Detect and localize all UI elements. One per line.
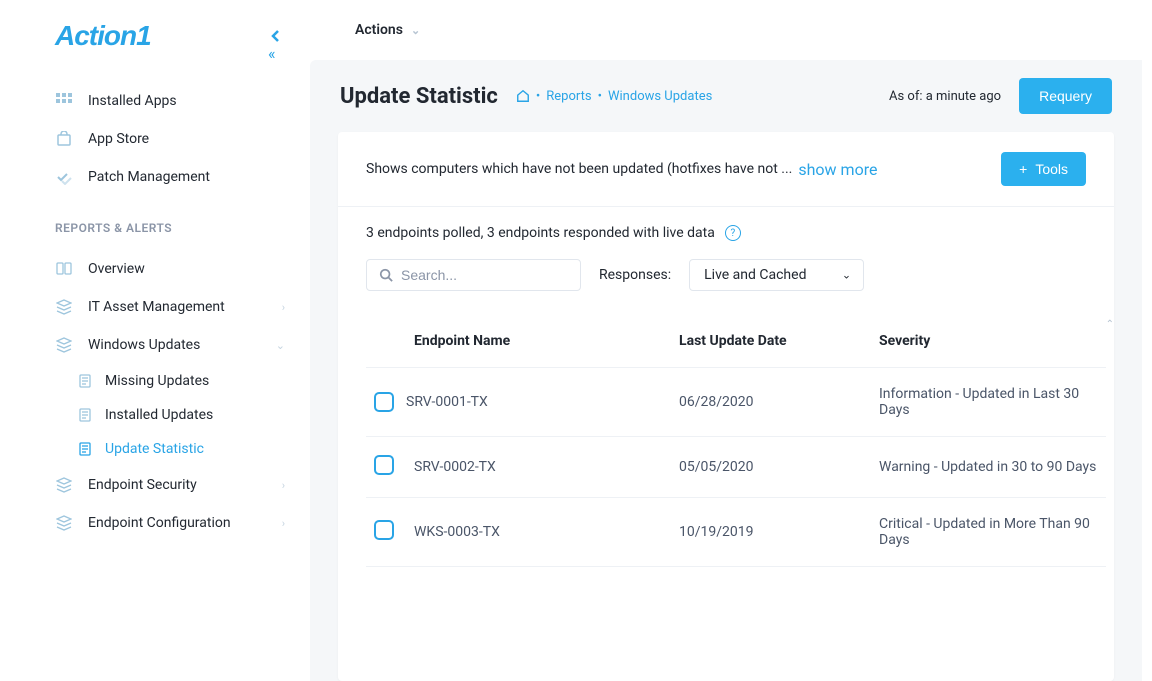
search-input[interactable] <box>366 259 581 291</box>
content-panel: Update Statistic • Reports • Windows Upd… <box>310 60 1142 681</box>
card: Shows computers which have not been upda… <box>338 132 1114 681</box>
bag-icon <box>55 130 73 148</box>
table-row[interactable]: SRV-0002-TX 05/05/2020 Warning - Updated… <box>366 437 1106 498</box>
search-icon <box>379 268 393 282</box>
sidebar-item-patch-management[interactable]: Patch Management <box>55 158 310 196</box>
plus-icon: + <box>1019 161 1027 177</box>
table-row[interactable]: SRV-0001-TX 06/28/2020 Information - Upd… <box>366 368 1106 437</box>
cell-date: 05/05/2020 <box>671 437 871 498</box>
stack-icon <box>55 336 73 354</box>
actions-label: Actions <box>355 22 403 38</box>
cell-date: 06/28/2020 <box>671 368 871 437</box>
home-icon <box>516 89 530 103</box>
collapse-sidebar-button[interactable]: « <box>268 28 284 63</box>
breadcrumb-reports[interactable]: Reports <box>546 89 591 104</box>
sidebar-item-label: Windows Updates <box>88 337 200 353</box>
chevron-down-icon: ⌄ <box>842 269 851 282</box>
cell-name: WKS-0003-TX <box>406 498 671 567</box>
chevron-right-icon: › <box>282 479 285 492</box>
sidebar: Action1 Installed Apps App Store Patch M… <box>0 0 310 681</box>
document-icon <box>77 441 93 457</box>
status-text: 3 endpoints polled, 3 endpoints responde… <box>366 225 715 241</box>
cell-severity: Information - Updated in Last 30 Days <box>871 368 1106 437</box>
sidebar-item-windows-updates[interactable]: Windows Updates ⌄ <box>55 326 310 364</box>
chevron-right-icon: › <box>282 517 285 530</box>
endpoints-table: Endpoint Name Last Update Date Severity … <box>366 319 1106 567</box>
check-icon <box>55 168 73 186</box>
row-checkbox[interactable] <box>374 455 394 475</box>
breadcrumb[interactable]: • Reports • Windows Updates <box>516 89 712 104</box>
help-icon[interactable]: ? <box>725 225 741 241</box>
page-header: Update Statistic • Reports • Windows Upd… <box>310 60 1142 132</box>
search-field[interactable] <box>401 267 568 283</box>
sidebar-sub-label: Installed Updates <box>105 407 213 423</box>
status-row: 3 endpoints polled, 3 endpoints responde… <box>338 207 1114 241</box>
row-checkbox[interactable] <box>374 392 394 412</box>
table-wrap: ⌃ Endpoint Name Last Update Date Severit… <box>338 319 1114 567</box>
sidebar-sub-label: Update Statistic <box>105 441 204 457</box>
sidebar-item-app-store[interactable]: App Store <box>55 120 310 158</box>
chevron-down-icon: ⌄ <box>411 24 420 37</box>
sidebar-item-label: Overview <box>88 261 145 277</box>
scroll-up-icon[interactable]: ⌃ <box>1106 319 1114 330</box>
responses-select[interactable]: Live and Cached ⌄ <box>689 259 864 291</box>
sidebar-item-label: Patch Management <box>88 169 210 185</box>
stack-icon <box>55 298 73 316</box>
sidebar-sub-update-statistic[interactable]: Update Statistic <box>55 432 310 466</box>
stack-icon <box>55 476 73 494</box>
sidebar-sub-missing-updates[interactable]: Missing Updates <box>55 364 310 398</box>
row-checkbox[interactable] <box>374 520 394 540</box>
sidebar-sub-label: Missing Updates <box>105 373 209 389</box>
main: Actions ⌄ Update Statistic • Reports • W… <box>310 0 1152 681</box>
sidebar-section-reports: REPORTS & ALERTS <box>55 221 310 235</box>
document-icon <box>77 407 93 423</box>
col-severity[interactable]: Severity <box>871 319 1106 368</box>
topbar: Actions ⌄ <box>310 0 1152 60</box>
col-date[interactable]: Last Update Date <box>671 319 871 368</box>
cell-name: SRV-0002-TX <box>406 437 671 498</box>
responses-label: Responses: <box>599 267 671 283</box>
table-row[interactable]: WKS-0003-TX 10/19/2019 Critical - Update… <box>366 498 1106 567</box>
breadcrumb-windows-updates[interactable]: Windows Updates <box>608 89 712 104</box>
sidebar-item-installed-apps[interactable]: Installed Apps <box>55 82 310 120</box>
document-icon <box>77 373 93 389</box>
breadcrumb-sep: • <box>536 89 540 104</box>
actions-menu[interactable]: Actions ⌄ <box>355 22 420 38</box>
book-icon <box>55 260 73 278</box>
cell-date: 10/19/2019 <box>671 498 871 567</box>
requery-button[interactable]: Requery <box>1019 78 1112 114</box>
filter-row: Responses: Live and Cached ⌄ <box>338 241 1114 291</box>
sidebar-item-it-asset[interactable]: IT Asset Management › <box>55 288 310 326</box>
sidebar-sub-installed-updates[interactable]: Installed Updates <box>55 398 310 432</box>
sidebar-item-endpoint-config[interactable]: Endpoint Configuration › <box>55 504 310 542</box>
sidebar-item-overview[interactable]: Overview <box>55 250 310 288</box>
cell-severity: Warning - Updated in 30 to 90 Days <box>871 437 1106 498</box>
sidebar-item-label: Endpoint Security <box>88 477 197 493</box>
description-row: Shows computers which have not been upda… <box>338 132 1114 207</box>
tools-button[interactable]: + Tools <box>1001 152 1086 186</box>
sidebar-item-label: App Store <box>88 131 149 147</box>
chevron-down-icon: ⌄ <box>276 339 285 352</box>
description-text: Shows computers which have not been upda… <box>366 161 792 177</box>
page-title: Update Statistic <box>340 84 498 109</box>
chevron-right-icon: › <box>282 301 285 314</box>
breadcrumb-sep: • <box>598 89 602 104</box>
col-endpoint[interactable]: Endpoint Name <box>406 319 671 368</box>
sidebar-item-label: IT Asset Management <box>88 299 225 315</box>
sidebar-item-label: Installed Apps <box>88 93 177 109</box>
stack-icon <box>55 514 73 532</box>
show-more-link[interactable]: show more <box>798 160 877 179</box>
asof-label: As of: a minute ago <box>889 89 1001 104</box>
grid-icon <box>55 92 73 110</box>
cell-severity: Critical - Updated in More Than 90 Days <box>871 498 1106 567</box>
tools-label: Tools <box>1035 161 1068 177</box>
responses-value: Live and Cached <box>704 267 806 283</box>
cell-name: SRV-0001-TX <box>406 368 671 437</box>
sidebar-item-endpoint-security[interactable]: Endpoint Security › <box>55 466 310 504</box>
sidebar-item-label: Endpoint Configuration <box>88 515 231 531</box>
